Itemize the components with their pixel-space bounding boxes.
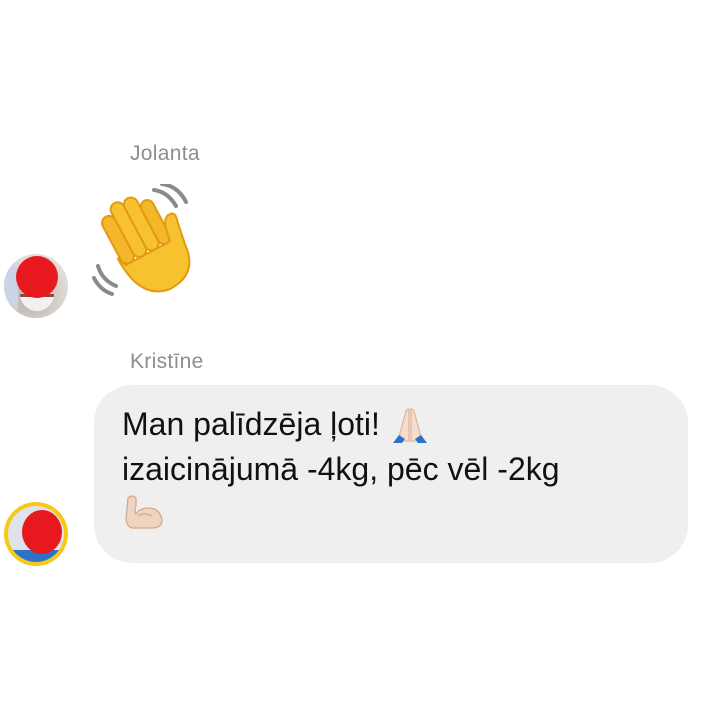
sender-name: Kristīne xyxy=(130,350,204,373)
message-line xyxy=(122,492,660,532)
message-bubble[interactable]: Man palīdzēja ļoti! izaicinājumā -4kg, p… xyxy=(94,385,688,563)
waving-hand-icon[interactable] xyxy=(92,184,216,308)
folded-hands-icon xyxy=(392,407,427,443)
sender-name: Jolanta xyxy=(130,142,200,165)
message-text: Man palīdzēja ļoti! xyxy=(122,406,380,442)
message-text: izaicinājumā -4kg, pēc vēl -2kg xyxy=(122,451,560,487)
redaction-mark xyxy=(22,510,62,554)
flexed-biceps-icon xyxy=(125,495,163,529)
message-line: Man palīdzēja ļoti! xyxy=(122,402,660,447)
redaction-mark xyxy=(16,256,58,298)
avatar[interactable] xyxy=(4,254,68,318)
avatar-photo xyxy=(8,506,64,562)
avatar[interactable] xyxy=(4,502,68,566)
message-line: izaicinājumā -4kg, pēc vēl -2kg xyxy=(122,447,660,492)
chat-screen: Jolanta Kristīne Man palīdzēja ļoti! iza… xyxy=(0,0,720,720)
